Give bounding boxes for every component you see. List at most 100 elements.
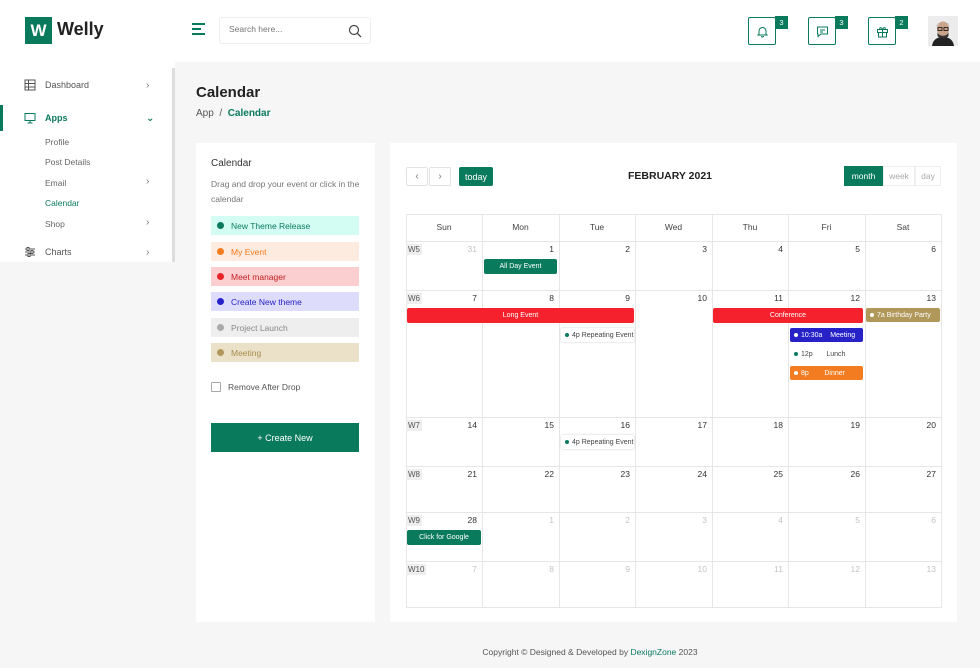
sidebar-item-dashboard[interactable]: Dashboard ›: [0, 75, 172, 95]
draggable-event-my-event[interactable]: My Event: [211, 242, 359, 261]
event-dot: [794, 333, 798, 337]
chevron-right-icon: ›: [146, 217, 150, 228]
event-color-dot: [217, 273, 224, 280]
event-color-dot: [217, 298, 224, 305]
draggable-event-meet-manager[interactable]: Meet manager: [211, 267, 359, 286]
event-color-dot: [217, 222, 224, 229]
sidebar-item-label: Apps: [45, 113, 68, 123]
page-title: Calendar: [196, 84, 261, 101]
submenu-item-calendar[interactable]: Calendar: [45, 198, 80, 208]
hamburger-menu-icon[interactable]: [192, 23, 205, 35]
bell-icon: [756, 26, 768, 37]
avatar[interactable]: [928, 16, 958, 46]
draggable-event-create-new-theme[interactable]: Create New theme: [211, 292, 359, 311]
footer-brand-link[interactable]: DexignZone: [630, 647, 676, 657]
sidebar-scrollbar[interactable]: [172, 68, 175, 262]
event-text: 8p: [801, 369, 809, 377]
event-click-for-google[interactable]: Click for Google: [407, 530, 481, 545]
event-text: Birthday Party: [886, 311, 931, 319]
event-dinner[interactable]: 8p Dinner: [790, 366, 863, 380]
chevron-down-icon: ⌄: [146, 112, 155, 124]
draggable-event-meeting[interactable]: Meeting: [211, 343, 359, 362]
event-dot: [794, 371, 798, 375]
event-repeating[interactable]: 4p Repeating Event: [561, 328, 634, 342]
gifts-badge: 2: [895, 16, 908, 29]
search-icon[interactable]: [348, 24, 362, 38]
events-card-title: Calendar: [211, 158, 252, 169]
chevron-right-icon: ›: [146, 79, 150, 91]
submenu-item-shop[interactable]: Shop: [45, 219, 65, 229]
search-box: [219, 17, 371, 44]
submenu-item-email[interactable]: Email: [45, 178, 66, 188]
event-text: Click for Google: [419, 534, 469, 541]
event-text: Long Event: [502, 312, 539, 319]
event-text: 7a: [877, 311, 885, 319]
event-text: 10:30a: [801, 331, 823, 339]
events-card-description: Drag and drop your event or click in the…: [211, 179, 360, 204]
event-dot: [870, 313, 874, 317]
event-label: Project Launch: [231, 322, 288, 333]
footer-year: 2023: [676, 647, 698, 657]
event-all-day[interactable]: All Day Event: [484, 259, 557, 274]
event-text: All Day Event: [499, 263, 542, 270]
event-label: Create New theme: [231, 296, 302, 307]
remove-after-drop-checkbox[interactable]: [211, 382, 221, 392]
draggable-event-new-theme-release[interactable]: New Theme Release: [211, 216, 359, 235]
prev-month-button[interactable]: ‹: [406, 167, 428, 186]
notifications-badge: 3: [775, 16, 788, 29]
submenu-item-post-details[interactable]: Post Details: [45, 157, 90, 167]
event-lunch[interactable]: 12p Lunch: [790, 347, 863, 361]
view-week-button[interactable]: week: [883, 166, 915, 186]
breadcrumb-current: Calendar: [227, 108, 271, 119]
sidebar-item-label: Charts: [45, 247, 72, 257]
draggable-event-project-launch[interactable]: Project Launch: [211, 318, 359, 337]
messages-badge: 3: [835, 16, 848, 29]
footer-text: Copyright © Designed & Developed by: [482, 647, 631, 657]
notifications-button[interactable]: [748, 17, 776, 45]
event-text: Lunch: [826, 350, 846, 358]
breadcrumb: App / Calendar: [196, 108, 271, 119]
search-input[interactable]: [229, 24, 339, 34]
event-long-event[interactable]: Long Event: [407, 308, 634, 323]
submenu-item-profile[interactable]: Profile: [45, 137, 69, 147]
next-month-button[interactable]: ›: [429, 167, 451, 186]
view-day-button[interactable]: day: [915, 166, 941, 186]
event-label: My Event: [231, 246, 267, 257]
event-dot: [794, 352, 798, 356]
sidebar-item-charts[interactable]: Charts ›: [0, 242, 172, 262]
event-dot: [565, 440, 569, 444]
event-text: 4p Repeating Event: [572, 438, 634, 446]
event-birthday-party[interactable]: 7a Birthday Party: [866, 308, 940, 322]
gifts-button[interactable]: [868, 17, 896, 45]
user-avatar-icon: [928, 16, 958, 46]
brand-name[interactable]: Welly: [57, 19, 104, 40]
event-conference[interactable]: Conference: [713, 308, 863, 323]
event-meeting[interactable]: 10:30a Meeting: [790, 328, 863, 342]
messages-button[interactable]: [808, 17, 836, 45]
event-text: Meeting: [830, 331, 856, 339]
gift-icon: [876, 26, 888, 37]
event-label: Meet manager: [231, 271, 286, 282]
event-color-dot: [217, 324, 224, 331]
breadcrumb-root[interactable]: App: [196, 108, 214, 119]
chevron-right-icon: ›: [438, 171, 442, 182]
event-text: Dinner: [824, 369, 845, 377]
today-button[interactable]: today: [459, 167, 493, 186]
event-color-dot: [217, 349, 224, 356]
monitor-icon: [24, 113, 36, 124]
chat-icon: [816, 26, 828, 38]
logo-mark[interactable]: W: [25, 17, 52, 44]
sliders-icon: [25, 247, 35, 257]
event-text: Conference: [769, 312, 807, 319]
calendar-card: [390, 143, 957, 622]
view-month-button[interactable]: month: [844, 166, 883, 186]
event-label: New Theme Release: [231, 220, 311, 231]
event-repeating[interactable]: 4p Repeating Event: [561, 435, 634, 449]
create-new-button[interactable]: + Create New: [211, 423, 359, 452]
footer: Copyright © Designed & Developed by Dexi…: [390, 647, 790, 657]
breadcrumb-separator: /: [219, 108, 223, 119]
sidebar-item-apps[interactable]: Apps ⌄: [0, 108, 172, 128]
event-color-dot: [217, 248, 224, 255]
event-label: Meeting: [231, 347, 262, 358]
remove-after-drop-label: Remove After Drop: [228, 382, 301, 392]
